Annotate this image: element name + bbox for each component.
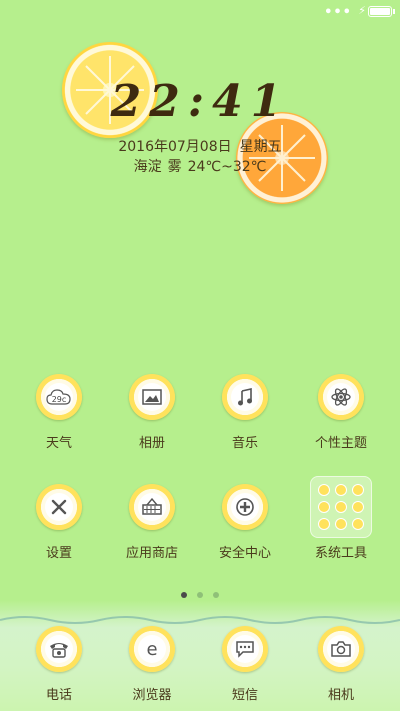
weather-location: 海淀 bbox=[133, 159, 162, 175]
folder-app-thumb bbox=[352, 500, 365, 513]
date-line: 2016年07月08日 星期五 bbox=[0, 136, 400, 156]
browser-icon: e bbox=[129, 626, 175, 672]
svg-text:e: e bbox=[146, 639, 157, 659]
weather-line[interactable]: 海淀雾 24℃~32℃ bbox=[0, 156, 400, 176]
app-weather[interactable]: 29c 天气 bbox=[14, 374, 104, 451]
weather-temp-range: 24℃~32℃ bbox=[187, 159, 267, 175]
app-security[interactable]: 安全中心 bbox=[200, 484, 290, 561]
app-settings[interactable]: 设置 bbox=[14, 484, 104, 561]
app-label: 系统工具 bbox=[314, 546, 367, 561]
svg-text:29c: 29c bbox=[52, 395, 67, 404]
settings-tools-icon bbox=[36, 484, 82, 530]
dock-camera[interactable]: 相机 bbox=[296, 626, 386, 703]
app-store[interactable]: 应用商店 bbox=[107, 484, 197, 561]
app-label: 浏览器 bbox=[132, 688, 172, 703]
camera-icon bbox=[318, 626, 364, 672]
weather-condition: 雾 bbox=[167, 159, 182, 175]
music-note-icon bbox=[222, 374, 268, 420]
dock-messages[interactable]: 短信 bbox=[200, 626, 290, 703]
app-system-tools-folder[interactable]: 系统工具 bbox=[296, 476, 386, 561]
date-text: 2016年07月08日 bbox=[118, 139, 232, 155]
app-label: 天气 bbox=[45, 436, 72, 451]
app-store-basket-icon bbox=[129, 484, 175, 530]
dock-browser[interactable]: e 浏览器 bbox=[107, 626, 197, 703]
weather-cloud-icon: 29c bbox=[36, 374, 82, 420]
dock-phone[interactable]: 电话 bbox=[14, 626, 104, 703]
app-label: 安全中心 bbox=[218, 546, 271, 561]
app-label: 电话 bbox=[45, 688, 72, 703]
battery-cap bbox=[393, 9, 395, 14]
app-themes[interactable]: 个性主题 bbox=[296, 374, 386, 451]
charging-icon: ⚡ bbox=[358, 4, 366, 17]
app-music[interactable]: 音乐 bbox=[200, 374, 290, 451]
page-dot[interactable] bbox=[213, 592, 219, 598]
phone-icon bbox=[36, 626, 82, 672]
security-shield-icon bbox=[222, 484, 268, 530]
message-icon bbox=[222, 626, 268, 672]
app-label: 个性主题 bbox=[314, 436, 367, 451]
weekday-text: 星期五 bbox=[239, 139, 282, 155]
status-bar: ••• ⚡ bbox=[0, 0, 400, 24]
app-label: 设置 bbox=[45, 546, 72, 561]
folder-app-thumb bbox=[317, 500, 330, 513]
app-gallery[interactable]: 相册 bbox=[107, 374, 197, 451]
battery-icon bbox=[368, 6, 392, 17]
app-label: 音乐 bbox=[231, 436, 258, 451]
folder-app-thumb bbox=[334, 483, 347, 496]
app-label: 短信 bbox=[231, 688, 258, 703]
folder-icon bbox=[310, 476, 372, 538]
folder-app-thumb bbox=[317, 483, 330, 496]
clock-time[interactable]: 22:41 bbox=[0, 76, 400, 127]
folder-app-thumb bbox=[352, 483, 365, 496]
folder-app-thumb bbox=[334, 500, 347, 513]
folder-app-thumb bbox=[334, 518, 347, 531]
signal-indicator: ••• bbox=[324, 5, 352, 20]
theme-atom-icon bbox=[318, 374, 364, 420]
gallery-icon bbox=[129, 374, 175, 420]
folder-app-thumb bbox=[317, 518, 330, 531]
app-label: 相机 bbox=[327, 688, 354, 703]
app-label: 应用商店 bbox=[125, 546, 178, 561]
folder-app-thumb bbox=[352, 518, 365, 531]
page-dot[interactable] bbox=[197, 592, 203, 598]
page-dot-active[interactable] bbox=[181, 592, 187, 598]
app-label: 相册 bbox=[138, 436, 165, 451]
